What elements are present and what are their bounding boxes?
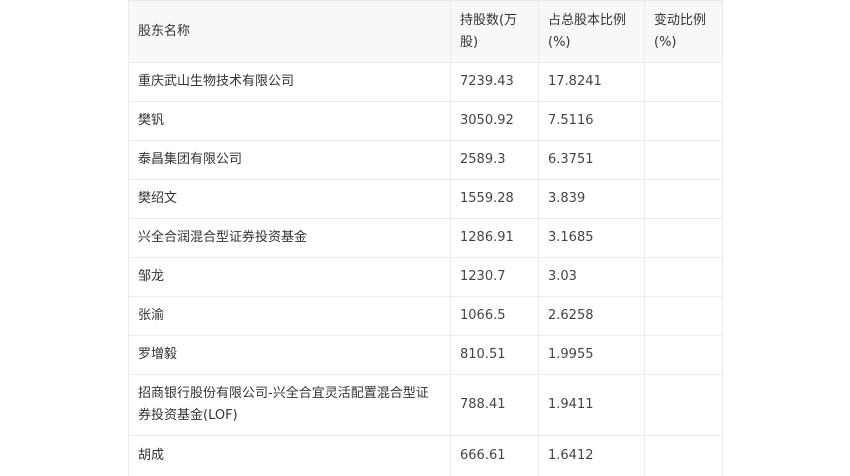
cell-name: 兴全合润混合型证券投资基金 bbox=[128, 218, 451, 258]
cell-ratio: 7.5116 bbox=[538, 101, 645, 141]
cell-shares: 2589.3 bbox=[450, 140, 539, 180]
cell-name: 邹龙 bbox=[128, 257, 451, 297]
cell-ratio: 2.6258 bbox=[538, 296, 645, 336]
table-row: 樊绍文 1559.28 3.839 bbox=[128, 179, 723, 219]
cell-ratio: 17.8241 bbox=[538, 62, 645, 102]
cell-name: 罗增毅 bbox=[128, 335, 451, 375]
table-row: 兴全合润混合型证券投资基金 1286.91 3.1685 bbox=[128, 218, 723, 258]
cell-name: 樊绍文 bbox=[128, 179, 451, 219]
cell-ratio: 3.03 bbox=[538, 257, 645, 297]
header-shareholder-name: 股东名称 bbox=[128, 0, 451, 63]
cell-shares: 1286.91 bbox=[450, 218, 539, 258]
cell-name: 胡成 bbox=[128, 435, 451, 476]
table-row: 罗增毅 810.51 1.9955 bbox=[128, 335, 723, 375]
table-row: 招商银行股份有限公司-兴全合宜灵活配置混合型证券投资基金(LOF) 788.41… bbox=[128, 374, 723, 436]
cell-change bbox=[644, 374, 723, 436]
cell-shares: 810.51 bbox=[450, 335, 539, 375]
cell-ratio: 1.9411 bbox=[538, 374, 645, 436]
cell-ratio: 3.1685 bbox=[538, 218, 645, 258]
cell-shares: 3050.92 bbox=[450, 101, 539, 141]
cell-shares: 1066.5 bbox=[450, 296, 539, 336]
cell-ratio: 6.3751 bbox=[538, 140, 645, 180]
cell-shares: 1230.7 bbox=[450, 257, 539, 297]
table-row: 张渝 1066.5 2.6258 bbox=[128, 296, 723, 336]
header-change-ratio: 变动比例(%) bbox=[644, 0, 723, 63]
cell-shares: 666.61 bbox=[450, 435, 539, 476]
cell-ratio: 1.6412 bbox=[538, 435, 645, 476]
table-header-row: 股东名称 持股数(万股) 占总股本比例(%) 变动比例(%) bbox=[128, 0, 723, 63]
cell-ratio: 1.9955 bbox=[538, 335, 645, 375]
cell-change bbox=[644, 62, 723, 102]
table-row: 胡成 666.61 1.6412 bbox=[128, 435, 723, 476]
header-share-ratio: 占总股本比例(%) bbox=[538, 0, 645, 63]
shareholder-table-container: 股东名称 持股数(万股) 占总股本比例(%) 变动比例(%) 重庆武山生物技术有… bbox=[128, 0, 723, 476]
cell-shares: 1559.28 bbox=[450, 179, 539, 219]
cell-name: 张渝 bbox=[128, 296, 451, 336]
cell-shares: 7239.43 bbox=[450, 62, 539, 102]
table-row: 重庆武山生物技术有限公司 7239.43 17.8241 bbox=[128, 62, 723, 102]
cell-change bbox=[644, 101, 723, 141]
cell-change bbox=[644, 257, 723, 297]
table-row: 邹龙 1230.7 3.03 bbox=[128, 257, 723, 297]
cell-ratio: 3.839 bbox=[538, 179, 645, 219]
cell-change bbox=[644, 335, 723, 375]
cell-change bbox=[644, 140, 723, 180]
cell-change bbox=[644, 179, 723, 219]
cell-name: 泰昌集团有限公司 bbox=[128, 140, 451, 180]
header-shares-held: 持股数(万股) bbox=[450, 0, 539, 63]
shareholder-table: 股东名称 持股数(万股) 占总股本比例(%) 变动比例(%) 重庆武山生物技术有… bbox=[128, 0, 723, 476]
cell-name: 樊钒 bbox=[128, 101, 451, 141]
cell-name: 重庆武山生物技术有限公司 bbox=[128, 62, 451, 102]
cell-change bbox=[644, 218, 723, 258]
cell-name: 招商银行股份有限公司-兴全合宜灵活配置混合型证券投资基金(LOF) bbox=[128, 374, 451, 436]
cell-shares: 788.41 bbox=[450, 374, 539, 436]
table-row: 泰昌集团有限公司 2589.3 6.3751 bbox=[128, 140, 723, 180]
cell-change bbox=[644, 435, 723, 476]
table-row: 樊钒 3050.92 7.5116 bbox=[128, 101, 723, 141]
cell-change bbox=[644, 296, 723, 336]
